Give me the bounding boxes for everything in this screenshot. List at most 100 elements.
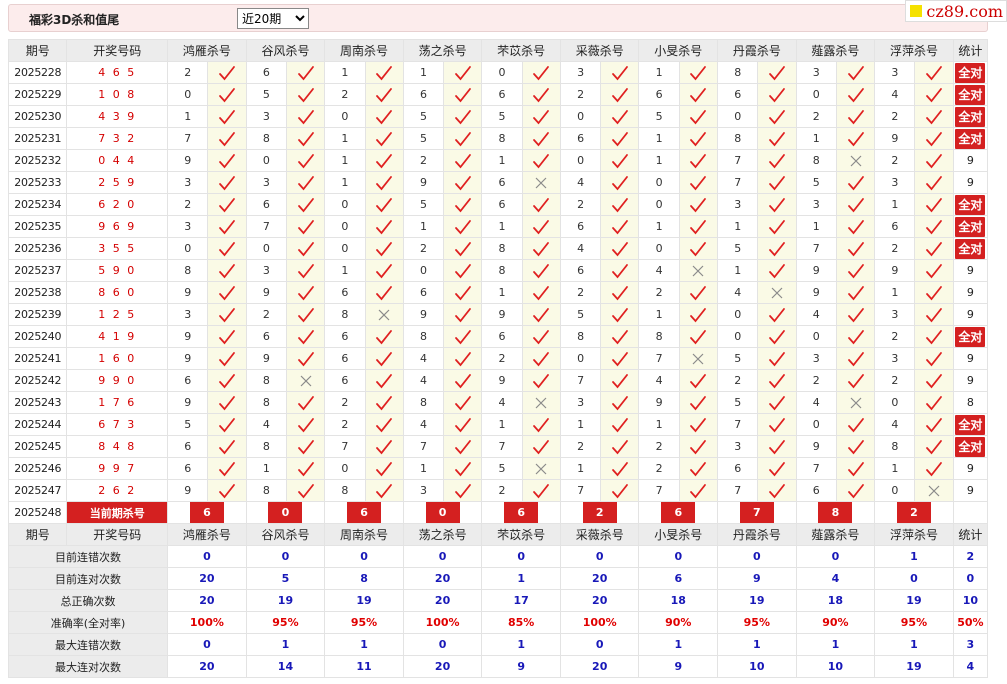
- check-icon: [769, 417, 785, 432]
- row-stat-cell: 9: [952, 369, 989, 392]
- col-expert: 芣苡杀号: [481, 39, 561, 62]
- period-cell: 2025229: [7, 83, 68, 106]
- kill-number-cell: 0: [324, 105, 366, 128]
- period-cell: 2025238: [7, 281, 68, 304]
- summary-value: 10: [717, 655, 797, 678]
- kill-number-cell: 4: [402, 413, 445, 436]
- kill-number-cell: 6: [324, 369, 366, 392]
- kill-number-cell: 0: [167, 237, 209, 260]
- period-cell: 2025246: [7, 457, 68, 480]
- summary-value: 0: [795, 545, 876, 568]
- row-stat-cell: 全对: [952, 61, 989, 84]
- col-expert: 荡之杀号: [402, 523, 483, 546]
- kill-number-cell: 8: [245, 127, 287, 150]
- period-range-select[interactable]: 近20期: [237, 8, 309, 29]
- hit-mark: [443, 83, 483, 106]
- kill-number-cell: 9: [481, 369, 523, 392]
- check-icon: [454, 351, 471, 366]
- check-icon: [533, 241, 550, 256]
- kill-number-cell: 5: [717, 237, 759, 260]
- check-icon: [926, 373, 942, 388]
- kill-number-cell: 7: [795, 237, 837, 260]
- hit-mark: [914, 281, 954, 304]
- summary-value: 1: [638, 633, 719, 656]
- hit-mark: [914, 413, 954, 436]
- site-logo[interactable]: cz89.com: [905, 0, 1007, 22]
- hit-mark: [914, 391, 954, 414]
- row-stat-cell: 9: [952, 303, 989, 326]
- kill-number-cell: 4: [559, 171, 602, 194]
- check-icon: [297, 395, 314, 410]
- check-icon: [533, 483, 550, 498]
- kill-number-cell: 3: [245, 105, 287, 128]
- hit-mark: [600, 457, 640, 480]
- current-kill-cell: 2: [559, 501, 640, 524]
- summary-value: 6: [638, 567, 719, 590]
- kill-number-cell: 0: [874, 391, 916, 414]
- check-icon: [611, 329, 628, 344]
- check-icon: [219, 219, 235, 234]
- check-icon: [533, 417, 550, 432]
- miss-mark: [285, 369, 326, 392]
- kill-number-cell: 2: [559, 83, 602, 106]
- kill-number-cell: 2: [559, 281, 602, 304]
- check-icon: [297, 241, 314, 256]
- kill-number-cell: 4: [874, 413, 916, 436]
- kill-number-cell: 1: [481, 215, 523, 238]
- summary-value: 20: [402, 655, 483, 678]
- summary-row: 目前连错次数 0 0 0 0 0 0 0 0 0 1 2: [7, 545, 989, 568]
- col-expert: 浮萍杀号: [874, 39, 954, 62]
- hit-mark: [914, 149, 954, 172]
- kill-number-cell: 2: [167, 193, 209, 216]
- check-icon: [926, 131, 942, 146]
- all-correct-badge: 全对: [955, 62, 986, 83]
- period-cell: 2025242: [7, 369, 68, 392]
- kill-number-cell: 4: [402, 369, 445, 392]
- summary-value: 0: [559, 633, 640, 656]
- all-correct-badge: 全对: [955, 128, 986, 149]
- hit-mark: [521, 259, 561, 282]
- miss-mark: [521, 391, 561, 414]
- kill-number-cell: 2: [481, 479, 523, 502]
- check-icon: [926, 461, 942, 476]
- hit-mark: [757, 391, 797, 414]
- check-icon: [219, 351, 235, 366]
- kill-number-cell: 0: [402, 259, 445, 282]
- draw-row: 2025230 4 3 9 1 3 0 5 5 0 5 0 2 2 全对: [7, 105, 989, 128]
- check-icon: [297, 329, 314, 344]
- kill-number-cell: 4: [245, 413, 287, 436]
- check-icon: [376, 131, 393, 146]
- current-kill-cell: 0: [402, 501, 483, 524]
- hit-mark: [521, 105, 561, 128]
- summary-value: 0: [402, 545, 483, 568]
- period-cell: 2025232: [7, 149, 68, 172]
- check-icon: [219, 153, 235, 168]
- check-icon: [454, 285, 471, 300]
- col-winning-number: 开奖号码: [66, 39, 169, 62]
- summary-value: 100%: [559, 611, 640, 634]
- kill-number-cell: 9: [167, 325, 209, 348]
- hit-mark: [207, 259, 247, 282]
- hit-mark: [364, 281, 404, 304]
- check-icon: [297, 153, 314, 168]
- period-cell: 2025231: [7, 127, 68, 150]
- col-stats: 统计: [952, 39, 989, 62]
- check-icon: [454, 219, 471, 234]
- kill-number-cell: 9: [167, 281, 209, 304]
- check-icon: [297, 461, 314, 476]
- check-icon: [454, 395, 471, 410]
- kill-number-cell: 9: [795, 281, 837, 304]
- check-icon: [219, 461, 235, 476]
- check-icon: [297, 285, 314, 300]
- kill-number-cell: 1: [559, 457, 602, 480]
- hit-mark: [285, 303, 326, 326]
- hit-mark: [757, 435, 797, 458]
- kill-number-cell: 6: [559, 259, 602, 282]
- hit-mark: [207, 61, 247, 84]
- hit-mark: [364, 61, 404, 84]
- hit-mark: [914, 237, 954, 260]
- check-icon: [926, 329, 942, 344]
- hit-mark: [835, 193, 876, 216]
- hit-mark: [600, 83, 640, 106]
- summary-value: 0: [324, 545, 404, 568]
